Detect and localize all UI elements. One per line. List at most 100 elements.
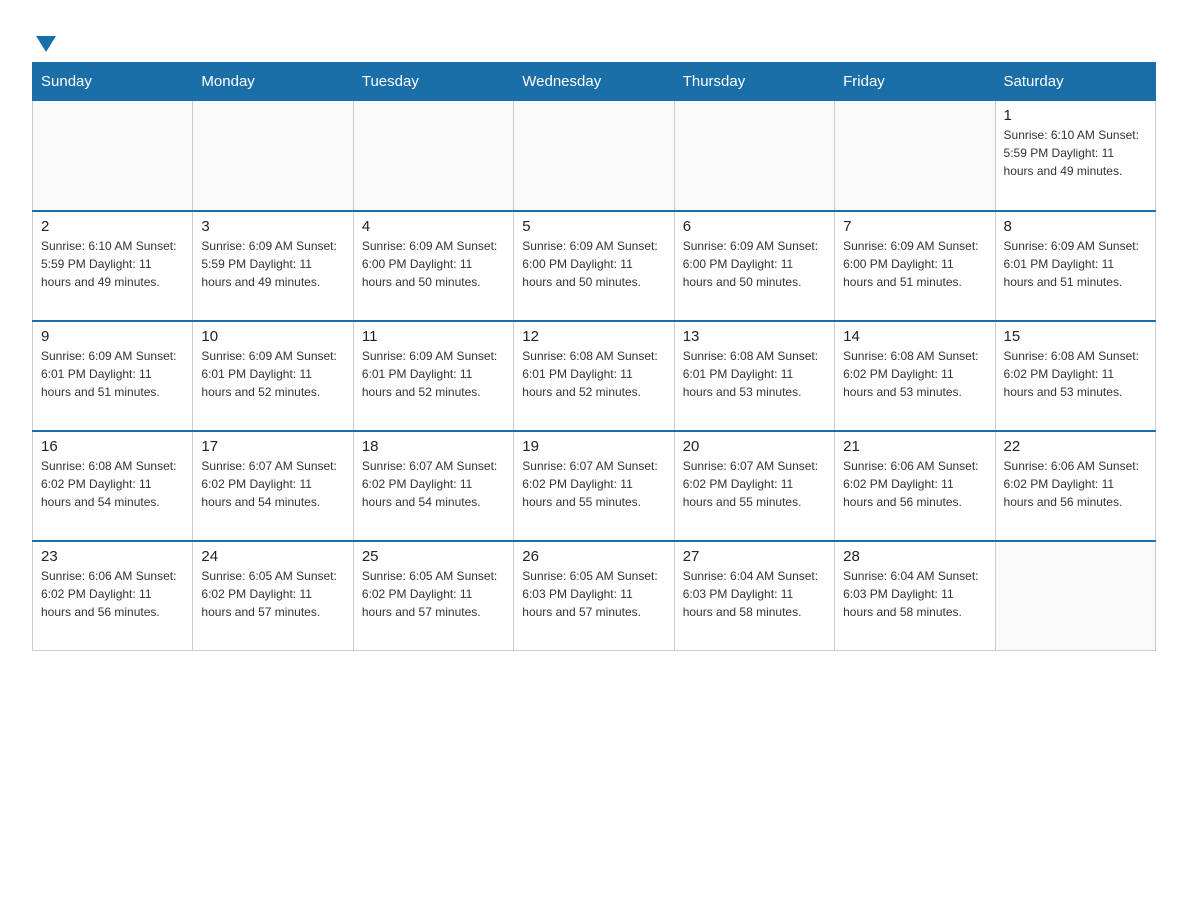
day-number: 19: [522, 438, 665, 455]
day-header-thursday: Thursday: [674, 63, 834, 101]
calendar-day-cell: 10 Sunrise: 6:09 AM Sunset: 6:01 PM Dayli…: [193, 321, 353, 431]
day-info: Sunrise: 6:05 AM Sunset: 6:02 PM Dayligh…: [362, 567, 505, 621]
calendar-day-cell: 15 Sunrise: 6:08 AM Sunset: 6:02 PM Dayli…: [995, 321, 1155, 431]
calendar-week-row: 9 Sunrise: 6:09 AM Sunset: 6:01 PM Daylig…: [33, 321, 1156, 431]
calendar-week-row: 16 Sunrise: 6:08 AM Sunset: 6:02 PM Dayli…: [33, 431, 1156, 541]
day-number: 1: [1004, 107, 1147, 124]
day-info: Sunrise: 6:06 AM Sunset: 6:02 PM Dayligh…: [843, 457, 986, 511]
calendar-table: SundayMondayTuesdayWednesdayThursdayFrid…: [32, 62, 1156, 651]
day-info: Sunrise: 6:07 AM Sunset: 6:02 PM Dayligh…: [683, 457, 826, 511]
day-info: Sunrise: 6:05 AM Sunset: 6:03 PM Dayligh…: [522, 567, 665, 621]
day-info: Sunrise: 6:10 AM Sunset: 5:59 PM Dayligh…: [41, 237, 184, 291]
calendar-week-row: 2 Sunrise: 6:10 AM Sunset: 5:59 PM Daylig…: [33, 211, 1156, 321]
day-number: 12: [522, 328, 665, 345]
day-number: 15: [1004, 328, 1147, 345]
day-info: Sunrise: 6:09 AM Sunset: 6:00 PM Dayligh…: [522, 237, 665, 291]
day-number: 6: [683, 218, 826, 235]
day-number: 2: [41, 218, 184, 235]
calendar-day-cell: 25 Sunrise: 6:05 AM Sunset: 6:02 PM Dayli…: [353, 541, 513, 651]
calendar-day-cell: 23Sunrise: 6:06 AM Sunset: 6:02 PM Dayli…: [33, 541, 193, 651]
day-number: 20: [683, 438, 826, 455]
day-info: Sunrise: 6:09 AM Sunset: 6:01 PM Dayligh…: [1004, 237, 1147, 291]
calendar-day-cell: 14Sunrise: 6:08 AM Sunset: 6:02 PM Dayli…: [835, 321, 995, 431]
calendar-day-cell: 2 Sunrise: 6:10 AM Sunset: 5:59 PM Daylig…: [33, 211, 193, 321]
calendar-day-cell: 13 Sunrise: 6:08 AM Sunset: 6:01 PM Dayli…: [674, 321, 834, 431]
day-header-sunday: Sunday: [33, 63, 193, 101]
day-number: 14: [843, 328, 986, 345]
calendar-day-cell: 19 Sunrise: 6:07 AM Sunset: 6:02 PM Dayli…: [514, 431, 674, 541]
day-header-saturday: Saturday: [995, 63, 1155, 101]
logo-triangle-icon: [36, 36, 56, 52]
day-number: 10: [201, 328, 344, 345]
day-info: Sunrise: 6:09 AM Sunset: 6:01 PM Dayligh…: [362, 347, 505, 401]
calendar-day-cell: 12 Sunrise: 6:08 AM Sunset: 6:01 PM Dayli…: [514, 321, 674, 431]
day-header-monday: Monday: [193, 63, 353, 101]
day-number: 28: [843, 548, 986, 565]
calendar-week-row: 23Sunrise: 6:06 AM Sunset: 6:02 PM Dayli…: [33, 541, 1156, 651]
calendar-day-cell: 1 Sunrise: 6:10 AM Sunset: 5:59 PM Daylig…: [995, 101, 1155, 211]
calendar-day-cell: 16 Sunrise: 6:08 AM Sunset: 6:02 PM Dayli…: [33, 431, 193, 541]
day-info: Sunrise: 6:09 AM Sunset: 6:00 PM Dayligh…: [683, 237, 826, 291]
day-info: Sunrise: 6:09 AM Sunset: 6:01 PM Dayligh…: [41, 347, 184, 401]
calendar-day-cell: 27Sunrise: 6:04 AM Sunset: 6:03 PM Dayli…: [674, 541, 834, 651]
empty-cell: [33, 101, 193, 211]
day-info: Sunrise: 6:08 AM Sunset: 6:01 PM Dayligh…: [683, 347, 826, 401]
calendar-week-row: 1 Sunrise: 6:10 AM Sunset: 5:59 PM Daylig…: [33, 101, 1156, 211]
day-info: Sunrise: 6:09 AM Sunset: 6:00 PM Dayligh…: [843, 237, 986, 291]
day-info: Sunrise: 6:07 AM Sunset: 6:02 PM Dayligh…: [522, 457, 665, 511]
day-info: Sunrise: 6:05 AM Sunset: 6:02 PM Dayligh…: [201, 567, 344, 621]
empty-cell: [193, 101, 353, 211]
day-number: 18: [362, 438, 505, 455]
day-header-tuesday: Tuesday: [353, 63, 513, 101]
calendar-day-cell: 18 Sunrise: 6:07 AM Sunset: 6:02 PM Dayli…: [353, 431, 513, 541]
calendar-day-cell: 17 Sunrise: 6:07 AM Sunset: 6:02 PM Dayli…: [193, 431, 353, 541]
day-info: Sunrise: 6:07 AM Sunset: 6:02 PM Dayligh…: [362, 457, 505, 511]
day-number: 11: [362, 328, 505, 345]
calendar-day-cell: 26 Sunrise: 6:05 AM Sunset: 6:03 PM Dayli…: [514, 541, 674, 651]
empty-cell: [995, 541, 1155, 651]
calendar-day-cell: 7 Sunrise: 6:09 AM Sunset: 6:00 PM Daylig…: [835, 211, 995, 321]
calendar-day-cell: 21 Sunrise: 6:06 AM Sunset: 6:02 PM Dayli…: [835, 431, 995, 541]
calendar-header-row: SundayMondayTuesdayWednesdayThursdayFrid…: [33, 63, 1156, 101]
day-info: Sunrise: 6:09 AM Sunset: 5:59 PM Dayligh…: [201, 237, 344, 291]
day-number: 21: [843, 438, 986, 455]
empty-cell: [835, 101, 995, 211]
calendar-day-cell: 4Sunrise: 6:09 AM Sunset: 6:00 PM Daylig…: [353, 211, 513, 321]
calendar-day-cell: 11 Sunrise: 6:09 AM Sunset: 6:01 PM Dayli…: [353, 321, 513, 431]
day-info: Sunrise: 6:04 AM Sunset: 6:03 PM Dayligh…: [683, 567, 826, 621]
day-number: 4: [362, 218, 505, 235]
day-info: Sunrise: 6:07 AM Sunset: 6:02 PM Dayligh…: [201, 457, 344, 511]
calendar-day-cell: 22 Sunrise: 6:06 AM Sunset: 6:02 PM Dayli…: [995, 431, 1155, 541]
page-header: [32, 24, 1156, 52]
day-info: Sunrise: 6:10 AM Sunset: 5:59 PM Dayligh…: [1004, 126, 1147, 180]
calendar-day-cell: 5Sunrise: 6:09 AM Sunset: 6:00 PM Daylig…: [514, 211, 674, 321]
calendar-day-cell: 3 Sunrise: 6:09 AM Sunset: 5:59 PM Daylig…: [193, 211, 353, 321]
day-number: 17: [201, 438, 344, 455]
day-info: Sunrise: 6:08 AM Sunset: 6:02 PM Dayligh…: [41, 457, 184, 511]
calendar-day-cell: 24 Sunrise: 6:05 AM Sunset: 6:02 PM Dayli…: [193, 541, 353, 651]
day-number: 9: [41, 328, 184, 345]
day-number: 25: [362, 548, 505, 565]
empty-cell: [674, 101, 834, 211]
calendar-day-cell: 20 Sunrise: 6:07 AM Sunset: 6:02 PM Dayli…: [674, 431, 834, 541]
day-header-wednesday: Wednesday: [514, 63, 674, 101]
day-number: 24: [201, 548, 344, 565]
day-info: Sunrise: 6:08 AM Sunset: 6:02 PM Dayligh…: [1004, 347, 1147, 401]
day-info: Sunrise: 6:08 AM Sunset: 6:01 PM Dayligh…: [522, 347, 665, 401]
calendar-day-cell: 28 Sunrise: 6:04 AM Sunset: 6:03 PM Dayli…: [835, 541, 995, 651]
day-info: Sunrise: 6:06 AM Sunset: 6:02 PM Dayligh…: [41, 567, 184, 621]
empty-cell: [514, 101, 674, 211]
day-number: 16: [41, 438, 184, 455]
day-number: 13: [683, 328, 826, 345]
day-number: 7: [843, 218, 986, 235]
day-number: 26: [522, 548, 665, 565]
day-info: Sunrise: 6:09 AM Sunset: 6:01 PM Dayligh…: [201, 347, 344, 401]
calendar-day-cell: 8 Sunrise: 6:09 AM Sunset: 6:01 PM Daylig…: [995, 211, 1155, 321]
calendar-day-cell: 6 Sunrise: 6:09 AM Sunset: 6:00 PM Daylig…: [674, 211, 834, 321]
day-number: 3: [201, 218, 344, 235]
day-info: Sunrise: 6:04 AM Sunset: 6:03 PM Dayligh…: [843, 567, 986, 621]
empty-cell: [353, 101, 513, 211]
day-number: 8: [1004, 218, 1147, 235]
day-info: Sunrise: 6:06 AM Sunset: 6:02 PM Dayligh…: [1004, 457, 1147, 511]
day-number: 22: [1004, 438, 1147, 455]
